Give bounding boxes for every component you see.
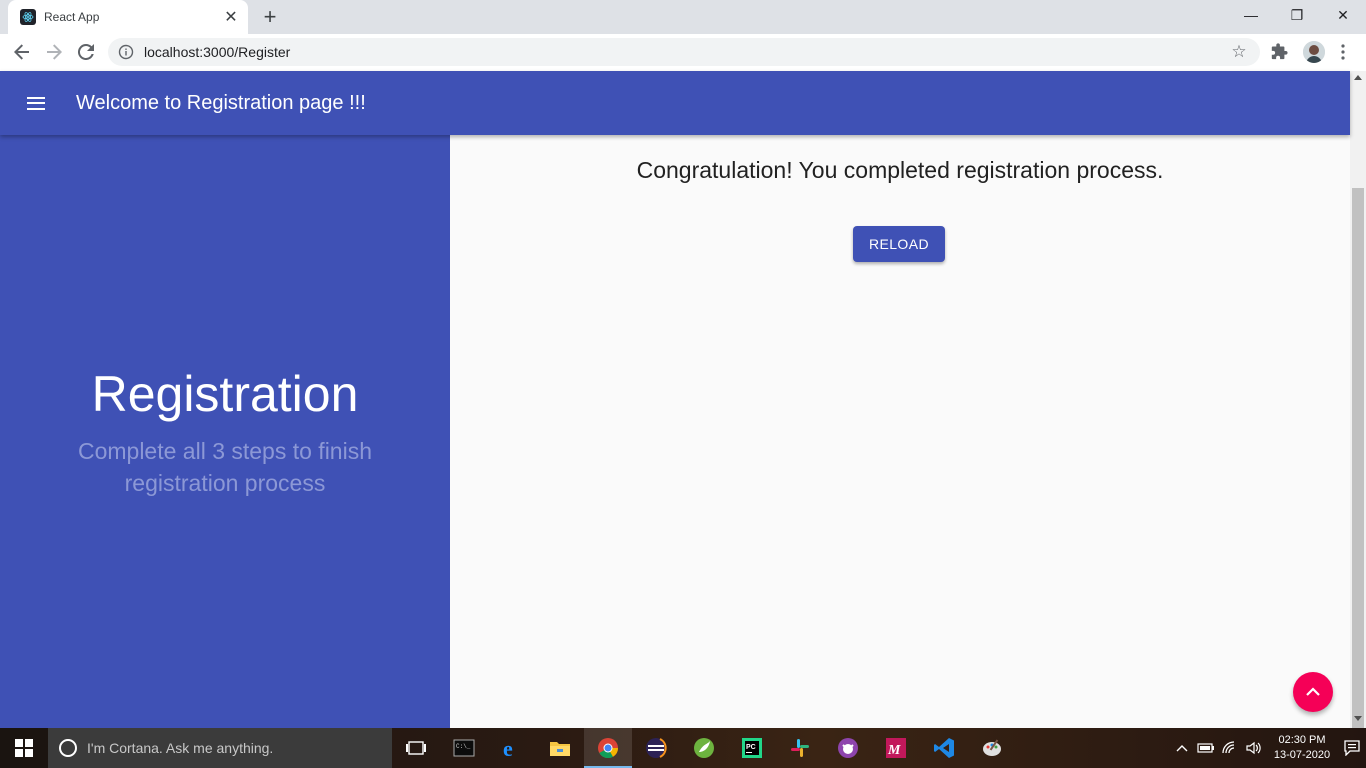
show-hidden-icons-icon[interactable] bbox=[1170, 728, 1194, 768]
restore-button[interactable]: ❐ bbox=[1274, 0, 1320, 30]
system-tray: 02:30 PM 13-07-2020 bbox=[1170, 728, 1366, 768]
address-bar[interactable]: localhost:3000/Register ☆ bbox=[108, 38, 1260, 66]
url-text[interactable]: localhost:3000/Register bbox=[144, 44, 1230, 60]
bookmark-star-icon[interactable]: ☆ bbox=[1230, 42, 1248, 61]
window-controls: — ❐ ✕ bbox=[1228, 0, 1366, 30]
reload-page-icon[interactable] bbox=[74, 40, 98, 64]
info-icon[interactable] bbox=[118, 44, 134, 60]
chrome-icon[interactable] bbox=[584, 728, 632, 768]
profile-avatar[interactable] bbox=[1303, 41, 1325, 63]
app-bar: Welcome to Registration page !!! bbox=[0, 71, 1350, 135]
wifi-icon[interactable] bbox=[1218, 728, 1242, 768]
pycharm-icon[interactable]: PC bbox=[728, 728, 776, 768]
eclipse-icon[interactable] bbox=[632, 728, 680, 768]
terminal-icon[interactable]: C:\_ bbox=[440, 728, 488, 768]
tab-close-icon[interactable]: ✕ bbox=[222, 8, 240, 26]
page-scrollbar[interactable] bbox=[1350, 71, 1366, 748]
browser-tabstrip: React App ✕ + — ❐ ✕ bbox=[0, 0, 1366, 34]
menu-icon[interactable] bbox=[24, 91, 48, 115]
tab-title: React App bbox=[44, 10, 100, 24]
postman-icon[interactable]: M bbox=[872, 728, 920, 768]
start-button[interactable] bbox=[0, 728, 48, 768]
windows-logo-icon bbox=[15, 739, 33, 757]
sidebar-subtitle: Complete all 3 steps to finish registrat… bbox=[77, 437, 373, 496]
task-view-icon[interactable] bbox=[392, 728, 440, 768]
forward-icon[interactable] bbox=[42, 40, 66, 64]
scroll-to-top-button[interactable] bbox=[1293, 672, 1333, 712]
edge-icon[interactable]: e bbox=[488, 728, 536, 768]
reload-button[interactable]: RELOAD bbox=[853, 226, 945, 262]
cortana-search[interactable]: I'm Cortana. Ask me anything. bbox=[48, 728, 392, 768]
cortana-placeholder: I'm Cortana. Ask me anything. bbox=[87, 740, 274, 756]
cortana-icon bbox=[59, 739, 77, 757]
spring-icon[interactable] bbox=[680, 728, 728, 768]
windows-taskbar: I'm Cortana. Ask me anything. C:\_ e PC … bbox=[0, 728, 1366, 768]
action-center-icon[interactable] bbox=[1338, 728, 1366, 768]
file-explorer-icon[interactable] bbox=[536, 728, 584, 768]
clock-time: 02:30 PM bbox=[1278, 734, 1326, 746]
svg-text:PC: PC bbox=[746, 744, 756, 751]
scroll-thumb[interactable] bbox=[1352, 188, 1364, 748]
browser-tab[interactable]: React App ✕ bbox=[8, 0, 248, 34]
browser-menu-icon[interactable] bbox=[1336, 42, 1350, 62]
sidebar-title: Registration bbox=[91, 365, 359, 422]
svg-text:C:\_: C:\_ bbox=[456, 743, 471, 750]
svg-text:M: M bbox=[887, 743, 901, 758]
extensions-icon[interactable] bbox=[1270, 42, 1290, 62]
slack-icon[interactable] bbox=[776, 728, 824, 768]
github-desktop-icon[interactable] bbox=[824, 728, 872, 768]
svg-text:e: e bbox=[503, 737, 513, 759]
scroll-down-arrow-icon[interactable] bbox=[1354, 716, 1362, 721]
minimize-button[interactable]: — bbox=[1228, 0, 1274, 30]
paint-icon[interactable] bbox=[968, 728, 1016, 768]
registration-sidebar: Registration Complete all 3 steps to fin… bbox=[0, 135, 450, 728]
main-content: Congratulation! You completed registrati… bbox=[450, 135, 1350, 728]
back-icon[interactable] bbox=[10, 40, 34, 64]
system-clock[interactable]: 02:30 PM 13-07-2020 bbox=[1266, 733, 1338, 763]
close-window-button[interactable]: ✕ bbox=[1320, 0, 1366, 30]
new-tab-button[interactable]: + bbox=[259, 6, 281, 28]
scroll-up-arrow-icon[interactable] bbox=[1354, 75, 1362, 80]
completion-message: Congratulation! You completed registrati… bbox=[636, 157, 1164, 183]
react-favicon-icon bbox=[20, 9, 36, 25]
browser-toolbar: localhost:3000/Register ☆ bbox=[0, 34, 1366, 71]
vscode-icon[interactable] bbox=[920, 728, 968, 768]
battery-icon[interactable] bbox=[1194, 728, 1218, 768]
volume-icon[interactable] bbox=[1242, 728, 1266, 768]
clock-date: 13-07-2020 bbox=[1273, 749, 1331, 761]
chevron-up-icon bbox=[1306, 687, 1320, 696]
app-bar-title: Welcome to Registration page !!! bbox=[76, 91, 366, 114]
